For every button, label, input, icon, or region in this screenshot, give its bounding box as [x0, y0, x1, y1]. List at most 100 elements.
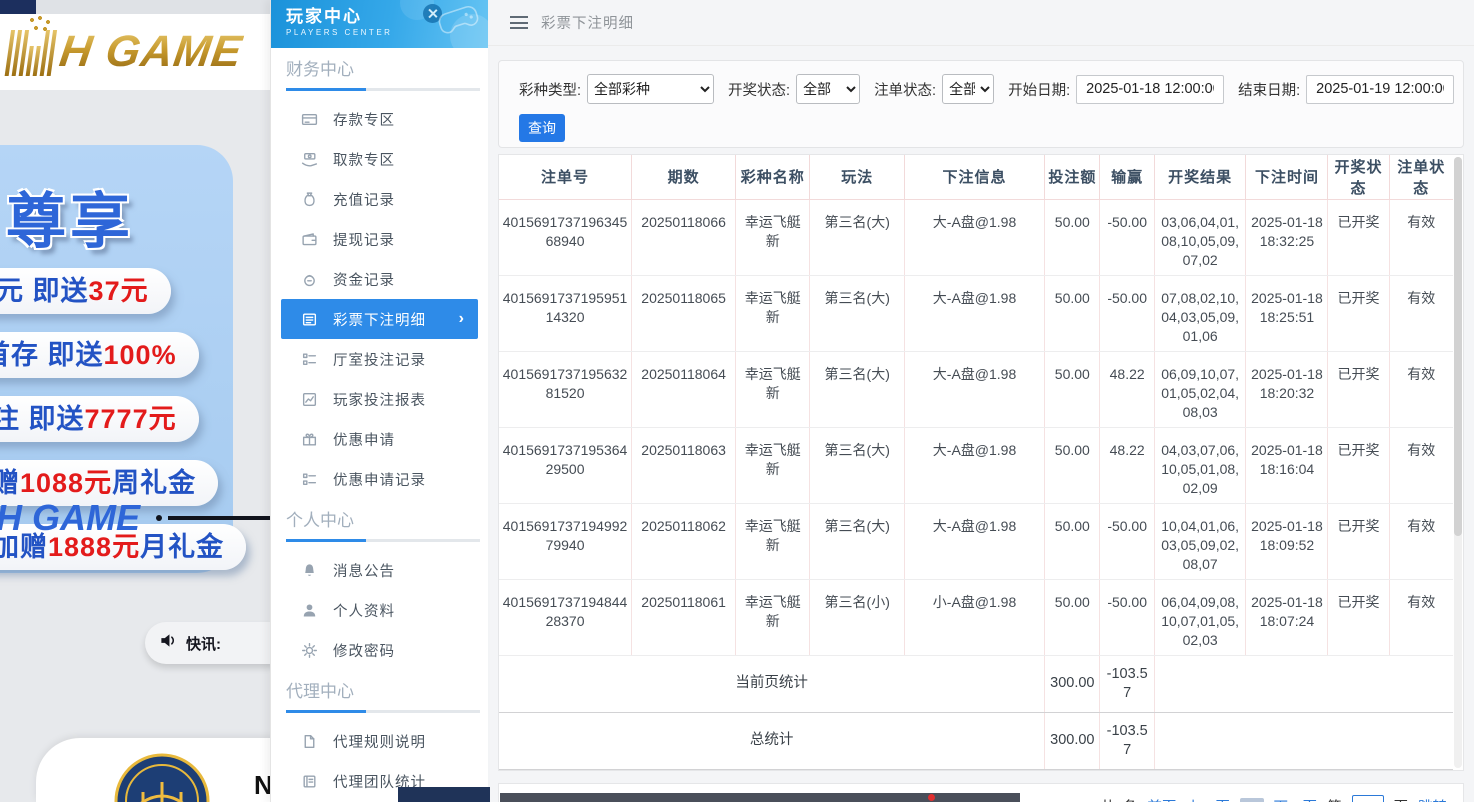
table-cell: 20250118064 — [631, 351, 737, 428]
promo-apply-icon — [301, 430, 319, 448]
column-header: 彩种名称 — [735, 155, 811, 200]
sidebar-section-title: 财务中心 — [286, 60, 354, 79]
sidebar-item-lottery-bet-detail[interactable]: 彩票下注明细 › — [281, 299, 478, 339]
menu-toggle-icon[interactable] — [510, 16, 528, 29]
table-cell: 10,04,01,06,03,05,09,02,08,07 — [1154, 503, 1247, 580]
start-date-label: 开始日期: — [1008, 82, 1071, 99]
table-cell: 2025-01-18 18:07:24 — [1245, 579, 1329, 656]
lottery-type-label: 彩种类型: — [519, 82, 582, 99]
table-cell: -50.00 — [1099, 275, 1155, 352]
table-cell: 幸运飞艇新 — [735, 503, 811, 580]
table-cell: 第三名(大) — [809, 351, 905, 428]
announcement-bell-icon — [301, 561, 319, 579]
jump-action-link[interactable]: 跳转 — [1418, 796, 1447, 802]
sidebar-item-withdrawal-record[interactable]: 提现记录 — [271, 219, 488, 259]
table-row: 401569173719536429500 20250118063 幸运飞艇新 第三名… — [499, 427, 1453, 504]
stats-bet-total: 300.00 — [1044, 654, 1101, 713]
table-cell: 48.22 — [1099, 351, 1155, 428]
promo-pill: 投注 即送7777元 — [0, 396, 199, 442]
table-cell: 04,03,07,06,10,05,01,08,02,09 — [1154, 427, 1247, 504]
sidebar-item-hall-bet-record[interactable]: 厅室投注记录 — [271, 339, 488, 379]
table-cell: 小-A盘@1.98 — [904, 579, 1046, 656]
sidebar-item-promo-apply[interactable]: 优惠申请 — [271, 419, 488, 459]
table-cell: 有效 — [1389, 427, 1453, 504]
sidebar-item-profile[interactable]: 个人资料 — [271, 590, 488, 630]
stats-empty-cell — [1154, 711, 1453, 770]
background-page: H GAME 尊享 60元 即送37元P首存 即送100%投注 即送7777元加… — [0, 0, 270, 802]
next-page-link[interactable]: 下一页 — [1274, 796, 1318, 802]
column-header: 开奖结果 — [1154, 155, 1247, 200]
table-row: 401569173719634568940 20250118066 幸运飞艇新 第三名… — [499, 199, 1453, 276]
sidebar-item-label: 修改密码 — [333, 643, 395, 660]
table-cell: 大-A盘@1.98 — [904, 503, 1046, 580]
sidebar-item-announcements[interactable]: 消息公告 — [271, 550, 488, 590]
table-cell: -50.00 — [1099, 579, 1155, 656]
prev-page-link[interactable]: 上一页 — [1186, 796, 1230, 802]
end-date-input[interactable] — [1306, 74, 1455, 104]
sidebar-item-label: 优惠申请 — [333, 432, 395, 449]
column-header: 注单状态 — [1389, 155, 1453, 200]
content-topbar: 彩票下注明细 — [488, 0, 1474, 46]
table-cell: 有效 — [1389, 351, 1453, 428]
table-cell: 20250118065 — [631, 275, 737, 352]
sidebar-item-change-password[interactable]: 修改密码 — [271, 630, 488, 670]
promo-pill: P首存 即送100% — [0, 332, 199, 378]
table-cell: 第三名(小) — [809, 579, 905, 656]
sidebar-item-label: 存款专区 — [333, 112, 395, 129]
table-cell: 已开奖 — [1327, 579, 1390, 656]
funds-record-icon — [301, 270, 319, 288]
promo-banner: 尊享 60元 即送37元P首存 即送100%投注 即送7777元加赠1088元周… — [0, 145, 270, 573]
table-cell: 大-A盘@1.98 — [904, 351, 1046, 428]
table-cell: 50.00 — [1044, 351, 1101, 428]
background-navy-strip — [0, 0, 36, 14]
table-cell: 已开奖 — [1327, 503, 1390, 580]
query-button[interactable]: 查询 — [519, 114, 565, 142]
sidebar-item-deposit[interactable]: 存款专区 — [271, 99, 488, 139]
table-cell: 401569173719499279940 — [499, 503, 633, 580]
table-cell: 2025-01-18 18:32:25 — [1245, 199, 1329, 276]
news-content-card: N — [36, 738, 270, 802]
table-cell: 有效 — [1389, 503, 1453, 580]
table-cell: 大-A盘@1.98 — [904, 275, 1046, 352]
table-cell: 已开奖 — [1327, 275, 1390, 352]
table-cell: 401569173719595114320 — [499, 275, 633, 352]
table-cell: 50.00 — [1044, 427, 1101, 504]
order-status-label: 注单状态: — [874, 82, 937, 99]
jump-page-input[interactable] — [1351, 795, 1384, 802]
player-center-sidebar: 玩家中心 PLAYERS CENTER 财务中心 存款专区 取款专区 充值记录 提现记录… — [270, 0, 488, 802]
table-cell: 20250118061 — [631, 579, 737, 656]
first-page-link[interactable]: 首页 — [1147, 796, 1176, 802]
main-content: 彩票下注明细 彩种类型: 全部彩种 开奖状态: 全部 注单状态: 全部 开始日期… — [488, 0, 1474, 802]
order-status-select[interactable]: 全部 — [942, 74, 995, 104]
sidebar-item-funds-record[interactable]: 资金记录 — [271, 259, 488, 299]
lottery-detail-icon — [301, 310, 319, 328]
table-scrollbar[interactable] — [1454, 157, 1462, 768]
draw-status-label: 开奖状态: — [728, 82, 791, 99]
stats-bet-total: 300.00 — [1044, 711, 1101, 770]
table-cell: 第三名(大) — [809, 427, 905, 504]
draw-status-select[interactable]: 全部 — [796, 74, 861, 104]
jump-prefix-label: 第 — [1327, 796, 1342, 802]
profile-person-icon — [301, 601, 319, 619]
table-cell: 06,09,10,07,01,05,02,04,08,03 — [1154, 351, 1247, 428]
sidebar-item-agent-rules[interactable]: 代理规则说明 — [271, 721, 488, 761]
brand-rule-decor — [168, 516, 270, 520]
sidebar-item-promo-apply-record[interactable]: 优惠申请记录 — [271, 459, 488, 499]
table-cell: 20250118063 — [631, 427, 737, 504]
start-date-input[interactable] — [1076, 74, 1225, 104]
sidebar-item-recharge-record[interactable]: 充值记录 — [271, 179, 488, 219]
table-cell: 大-A盘@1.98 — [904, 427, 1046, 504]
table-cell: 幸运飞艇新 — [735, 199, 811, 276]
bet-detail-table: 注单号 期数 彩种名称 玩法 下注信息 投注额 输赢 开奖结果 下注时间 开奖状态 注单状态 401… — [499, 155, 1453, 770]
table-cell: 幸运飞艇新 — [735, 579, 811, 656]
column-header: 期数 — [631, 155, 737, 200]
stats-empty-cell — [1154, 654, 1453, 713]
sidebar-item-withdraw[interactable]: 取款专区 — [271, 139, 488, 179]
background-top-strip — [0, 0, 270, 14]
total-count-text: 共6条 — [1100, 796, 1137, 802]
table-cell: 第三名(大) — [809, 275, 905, 352]
speaker-icon — [159, 631, 178, 655]
lottery-type-select[interactable]: 全部彩种 — [587, 74, 715, 104]
sidebar-item-player-bet-report[interactable]: 玩家投注报表 — [271, 379, 488, 419]
stats-label: 总统计 — [499, 711, 1046, 770]
